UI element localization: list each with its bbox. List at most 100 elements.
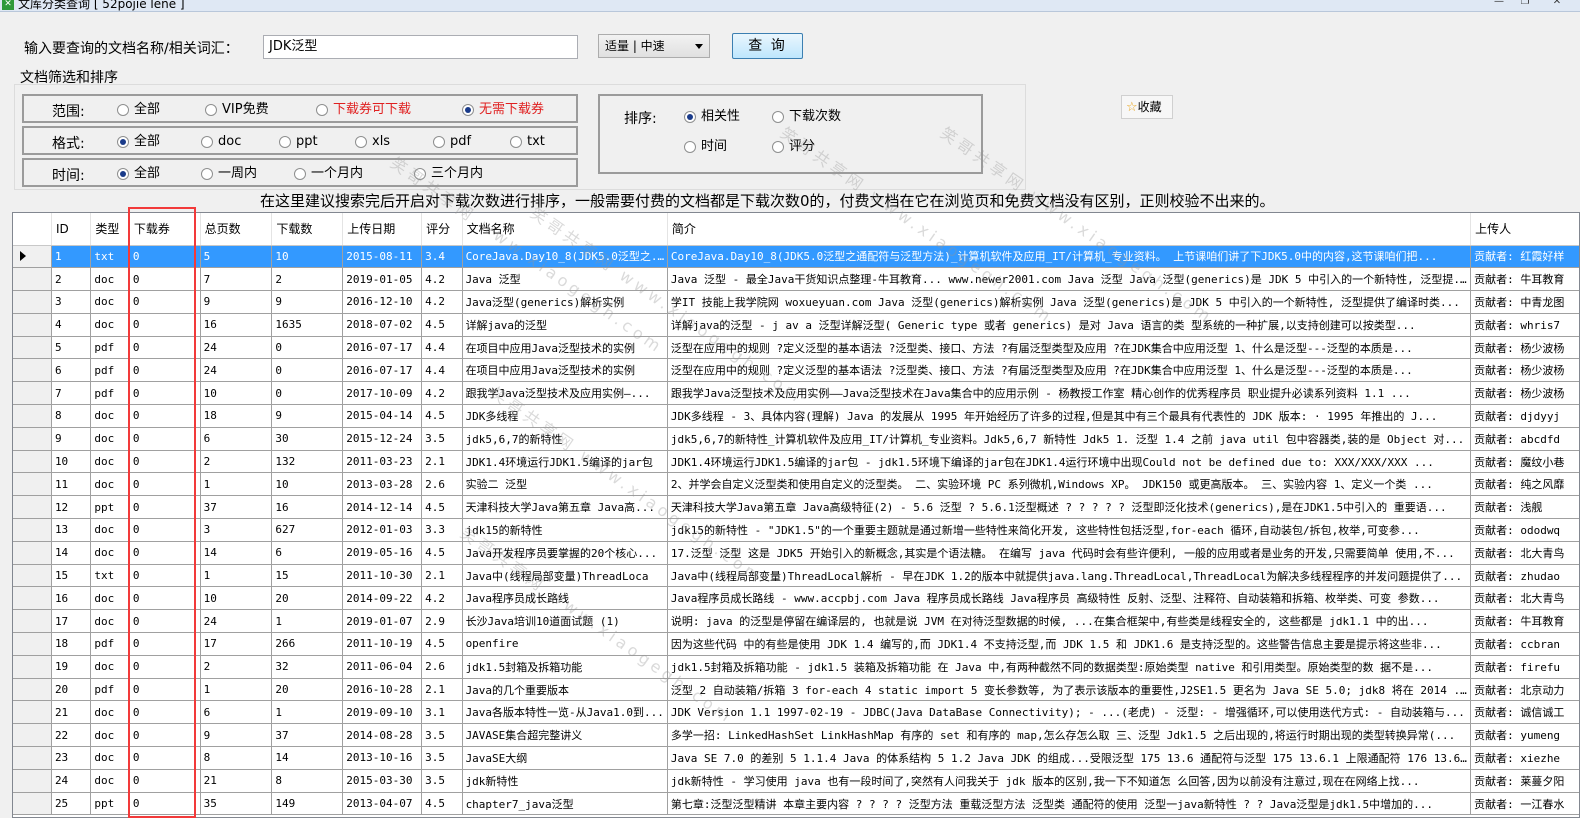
table-cell[interactable]: doc	[90, 700, 130, 725]
table-cell[interactable]: 4.5	[421, 404, 463, 428]
table-cell[interactable]: 2.9	[421, 609, 463, 634]
table-cell[interactable]: Java程序员成长路线	[462, 586, 668, 611]
table-cell[interactable]: doc	[90, 586, 130, 611]
table-cell[interactable]: 0	[129, 381, 201, 406]
table-cell[interactable]: 0	[129, 245, 201, 269]
table-cell[interactable]: 6	[51, 358, 92, 383]
table-cell[interactable]: 3.5	[421, 723, 463, 748]
table-cell[interactable]: 4.4	[421, 336, 463, 360]
row-header[interactable]	[13, 245, 52, 269]
table-cell[interactable]: 贡献者: 杨少波杨	[1470, 336, 1579, 360]
table-cell[interactable]: 2011-10-30	[342, 564, 423, 588]
row-header[interactable]	[13, 632, 52, 656]
table-cell[interactable]: 16	[51, 586, 92, 611]
row-header[interactable]	[13, 746, 52, 770]
sort-radio-time[interactable]: 时间	[684, 139, 727, 155]
table-cell[interactable]: 学IT 技能上我学院网 woxueyuan.com Java 泛型(generi…	[667, 290, 1472, 314]
table-cell[interactable]: doc	[90, 769, 130, 793]
row-header[interactable]	[13, 586, 52, 611]
table-cell[interactable]: 2.1	[421, 450, 463, 474]
table-cell[interactable]: 37	[271, 723, 344, 748]
table-cell[interactable]: JavaSE大纲	[462, 746, 668, 770]
table-cell[interactable]: 0	[129, 723, 201, 748]
close-button[interactable]: ✕	[1540, 0, 1574, 9]
format-radio-doc[interactable]: doc	[201, 134, 241, 150]
table-cell[interactable]: 15	[271, 564, 344, 588]
table-cell[interactable]: 2011-03-23	[342, 450, 423, 474]
table-row[interactable]: 3 doc 0 9 9 2016-12-10 4.2 Java泛型(generics)解析实例…	[13, 290, 1579, 314]
favorite-button[interactable]: ☆收藏	[1121, 95, 1173, 119]
table-cell[interactable]: Java中(线程局部变量)ThreadLoca	[462, 564, 668, 588]
table-cell[interactable]: 2、并学会自定义泛型类和使用自定义的泛型类。 二、实验环境 PC 系列微机,Wi…	[667, 472, 1472, 497]
time-radio-all[interactable]: 全部	[117, 166, 160, 182]
table-row[interactable]: 4 doc 0 16 1635 2018-07-02 4.5 详解java的泛型 详解java的…	[13, 313, 1579, 337]
column-header[interactable]: 下载券	[129, 213, 201, 246]
table-cell[interactable]: 2013-10-16	[342, 746, 423, 770]
row-header[interactable]	[13, 472, 52, 497]
table-cell[interactable]: 32	[271, 655, 344, 679]
row-header[interactable]	[13, 541, 52, 565]
table-cell[interactable]: 贡献者: zhudao	[1470, 564, 1579, 588]
table-cell[interactable]: 贡献者: 北大青鸟	[1470, 586, 1579, 611]
table-cell[interactable]: 0	[271, 336, 344, 360]
table-cell[interactable]: Java程序员成长路线 - www.accpbj.com Java 程序员成长路…	[667, 586, 1472, 611]
table-cell[interactable]: 贡献者: whris7	[1470, 313, 1579, 337]
table-cell[interactable]: 2014-12-14	[342, 495, 423, 520]
table-cell[interactable]: 贡献者: 北大青鸟	[1470, 541, 1579, 565]
table-cell[interactable]: txt	[90, 564, 130, 588]
table-cell[interactable]: 16	[200, 313, 273, 337]
table-cell[interactable]: 贡献者: abcdfd	[1470, 427, 1579, 451]
table-cell[interactable]: 2.6	[421, 472, 463, 497]
table-cell[interactable]: 贡献者: yumeng	[1470, 723, 1579, 748]
table-cell[interactable]: 14	[271, 746, 344, 770]
table-cell[interactable]: Java泛型(generics)解析实例	[462, 290, 668, 314]
table-cell[interactable]: 1	[200, 472, 273, 497]
table-cell[interactable]: 4.5	[421, 792, 463, 816]
table-cell[interactable]: 20	[51, 678, 92, 702]
format-radio-ppt[interactable]: ppt	[279, 134, 318, 150]
table-cell[interactable]: 贡献者: 莱蔓夕阳	[1470, 769, 1579, 793]
table-cell[interactable]: 贡献者: djdyyj	[1470, 404, 1579, 428]
table-cell[interactable]: 1	[271, 609, 344, 634]
table-cell[interactable]: 17.泛型 泛型 这是 JDK5 开始引入的新概念,其实是个语法糖。 在编写 j…	[667, 541, 1472, 565]
table-cell[interactable]: 详解java的泛型	[462, 313, 668, 337]
table-cell[interactable]: 2	[200, 655, 273, 679]
table-cell[interactable]: 2011-10-19	[342, 632, 423, 656]
table-cell[interactable]: 1	[271, 700, 344, 725]
time-radio-month[interactable]: 一个月内	[294, 166, 363, 182]
table-cell[interactable]: JDK多线程	[462, 404, 668, 428]
table-cell[interactable]: 10	[200, 586, 273, 611]
table-cell[interactable]: 6	[200, 427, 273, 451]
table-cell[interactable]: 贡献者: 红霞好样	[1470, 245, 1579, 269]
table-cell[interactable]: 泛型在应用中的规则 ?定义泛型的基本语法 ?泛型类、接口、方法 ?有届泛型类型及…	[667, 358, 1472, 383]
table-cell[interactable]: 0	[129, 518, 201, 542]
table-cell[interactable]: 1	[200, 678, 273, 702]
table-cell[interactable]: 3.4	[421, 245, 463, 269]
table-row[interactable]: 24 doc 0 21 8 2015-03-30 3.5 jdk新特性 jdk新特性 - 学习使…	[13, 769, 1579, 793]
table-row[interactable]: 8 doc 0 18 9 2015-04-14 4.5 JDK多线程 JDK多线程 - 3、具体…	[13, 404, 1579, 428]
table-cell[interactable]: 6	[271, 541, 344, 565]
table-cell[interactable]: 8	[271, 769, 344, 793]
table-cell[interactable]: jdk15的新特性 - "JDK1.5"的一个重要主题就是通过新增一些特性来简化…	[667, 518, 1472, 542]
table-cell[interactable]: 0	[129, 769, 201, 793]
table-cell[interactable]: 2019-05-16	[342, 541, 423, 565]
table-row[interactable]: 16 doc 0 10 20 2014-09-22 4.2 Java程序员成长路线 Java程序…	[13, 586, 1579, 611]
table-cell[interactable]: 2014-08-28	[342, 723, 423, 748]
table-cell[interactable]: 跟我学Java泛型技术及应用实例——Java泛型技术在Java集合中的应用示例 …	[667, 381, 1472, 406]
table-cell[interactable]: 7	[51, 381, 92, 406]
row-header[interactable]	[13, 313, 52, 337]
table-cell[interactable]: 3.5	[421, 746, 463, 770]
row-header[interactable]	[13, 267, 52, 292]
column-header[interactable]: 上传日期	[342, 213, 423, 246]
table-cell[interactable]: 5	[51, 336, 92, 360]
table-row[interactable]: 7 pdf 0 10 0 2017-10-09 4.2 跟我学Java泛型技术及应用实例—..…	[13, 381, 1579, 406]
table-cell[interactable]: 3	[200, 518, 273, 542]
table-cell[interactable]: 2019-01-07	[342, 609, 423, 634]
row-header[interactable]	[13, 358, 52, 383]
row-header[interactable]	[13, 290, 52, 314]
format-radio-txt[interactable]: txt	[510, 134, 545, 150]
table-cell[interactable]: 0	[129, 586, 201, 611]
table-cell[interactable]: 多学一招: LinkedHashSet LinkHashMap 有序的 set …	[667, 723, 1472, 748]
table-cell[interactable]: 2013-03-28	[342, 472, 423, 497]
table-cell[interactable]: JAVASE集合超完整讲义	[462, 723, 668, 748]
